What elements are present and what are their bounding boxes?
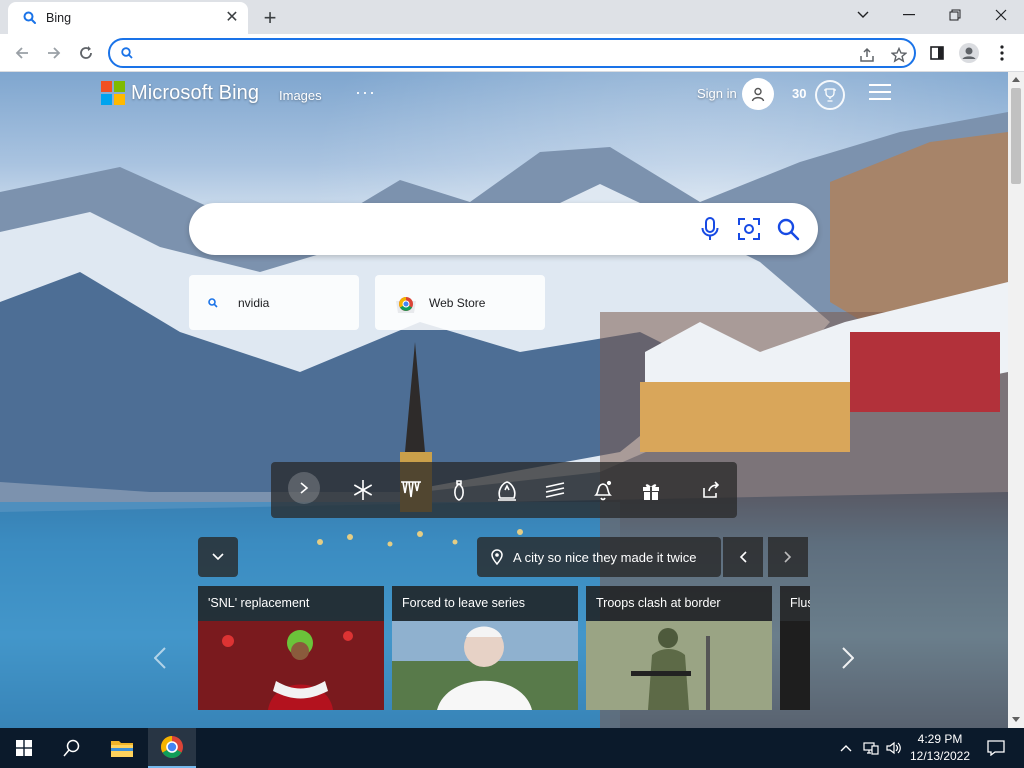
- search-submit-icon[interactable]: [774, 215, 802, 243]
- snow-globe-icon[interactable]: [489, 472, 525, 508]
- volume-icon[interactable]: [882, 728, 906, 768]
- bookmark-star-icon[interactable]: [888, 44, 910, 66]
- news-card[interactable]: Troops clash at border: [586, 586, 772, 710]
- visual-search-icon[interactable]: [735, 215, 763, 243]
- news-card[interactable]: Forced to leave series: [392, 586, 578, 710]
- expand-arrow-icon[interactable]: [288, 472, 320, 504]
- sign-in-link[interactable]: Sign in: [697, 86, 737, 101]
- scroll-thumb[interactable]: [1011, 88, 1021, 184]
- location-pin-icon: [491, 549, 503, 565]
- previous-image-button[interactable]: [723, 537, 763, 577]
- search-icon: [23, 11, 36, 24]
- tab-strip: Bing ✕ +: [0, 0, 1024, 34]
- ornament-icon[interactable]: [441, 472, 477, 508]
- microsoft-logo-icon: [101, 81, 125, 105]
- news-headline: Troops clash at border: [596, 596, 721, 610]
- tab-title: Bing: [46, 11, 72, 25]
- news-prev-icon[interactable]: [148, 642, 172, 674]
- notification-center-icon[interactable]: [976, 728, 1016, 768]
- microphone-icon[interactable]: [696, 215, 724, 243]
- quick-link-label: nvidia: [238, 295, 270, 310]
- system-clock[interactable]: 4:29 PM 12/13/2022: [904, 731, 976, 765]
- chrome-taskbar-icon[interactable]: [148, 728, 196, 768]
- caption-text: A city so nice they made it twice: [513, 549, 697, 565]
- reload-icon[interactable]: [72, 39, 100, 67]
- minimize-icon[interactable]: [886, 0, 932, 30]
- bing-homepage: Microsoft Bing Images ··· Sign in 30 nvi…: [0, 72, 1008, 728]
- forward-arrow-icon[interactable]: [40, 39, 68, 67]
- more-nav-icon[interactable]: ···: [355, 82, 376, 103]
- new-tab-button[interactable]: +: [258, 5, 282, 30]
- news-thumbnail: [392, 621, 578, 710]
- brand-name: Microsoft Bing: [131, 81, 260, 104]
- news-card[interactable]: 'SNL' replacement: [198, 586, 384, 710]
- side-panel-icon[interactable]: [923, 39, 951, 67]
- news-carousel: 'SNL' replacement Forced to leave series: [198, 586, 810, 710]
- network-icon[interactable]: [859, 728, 883, 768]
- bing-search-box[interactable]: [189, 203, 818, 255]
- tab-search-icon[interactable]: [840, 0, 886, 30]
- restore-icon[interactable]: [932, 0, 978, 30]
- chevron-left-icon: [739, 551, 747, 563]
- profile-icon[interactable]: [955, 39, 983, 67]
- address-input[interactable]: [140, 43, 830, 63]
- chevron-down-icon: [212, 553, 224, 561]
- clock-date: 12/13/2022: [909, 749, 971, 763]
- share-icon[interactable]: [856, 44, 878, 66]
- ski-icon[interactable]: [537, 472, 573, 508]
- news-card[interactable]: Flus: [780, 586, 810, 710]
- taskbar-search-icon[interactable]: [48, 728, 96, 768]
- news-thumbnail: [586, 621, 772, 710]
- image-caption[interactable]: A city so nice they made it twice: [477, 537, 721, 577]
- news-next-icon[interactable]: [836, 642, 860, 674]
- file-explorer-icon[interactable]: [98, 728, 146, 768]
- tab-bing[interactable]: Bing ✕: [8, 2, 248, 34]
- search-icon: [208, 297, 218, 308]
- hamburger-menu-icon[interactable]: [869, 84, 891, 102]
- bing-logo[interactable]: Microsoft Bing: [101, 81, 259, 105]
- back-arrow-icon[interactable]: [8, 39, 36, 67]
- collapse-feed-button[interactable]: [198, 537, 238, 577]
- more-menu-icon[interactable]: [988, 39, 1016, 67]
- chevron-right-icon: [784, 551, 792, 563]
- rewards-points[interactable]: 30: [792, 86, 806, 101]
- gift-icon[interactable]: [633, 472, 669, 508]
- chrome-web-store-icon: [396, 296, 416, 313]
- nav-images-link[interactable]: Images: [279, 88, 322, 103]
- bing-search-input[interactable]: [213, 217, 693, 241]
- rewards-trophy-icon[interactable]: [815, 80, 845, 110]
- snowflake-icon[interactable]: [345, 472, 381, 508]
- windows-taskbar: 4:29 PM 12/13/2022: [0, 728, 1024, 768]
- scroll-down-icon[interactable]: [1012, 717, 1020, 722]
- news-thumbnail: [198, 621, 384, 710]
- search-icon: [121, 47, 133, 59]
- close-window-icon[interactable]: [978, 0, 1024, 30]
- quick-link-label: Web Store: [429, 295, 486, 310]
- tab-close-icon[interactable]: ✕: [222, 8, 242, 28]
- next-image-button[interactable]: [768, 537, 808, 577]
- bell-icon[interactable]: [585, 472, 621, 508]
- news-headline: Forced to leave series: [402, 596, 525, 610]
- news-thumbnail: [780, 621, 810, 710]
- show-hidden-icons-icon[interactable]: [834, 728, 858, 768]
- share-icon[interactable]: [693, 472, 729, 508]
- address-bar[interactable]: [108, 38, 916, 68]
- quick-link-nvidia[interactable]: nvidia: [189, 275, 359, 330]
- browser-toolbar: [0, 34, 1024, 72]
- page-scrollbar[interactable]: [1008, 72, 1024, 728]
- background-info-toolbar: [271, 462, 737, 518]
- news-headline: Flus: [790, 596, 810, 610]
- windows-start-icon[interactable]: [0, 728, 48, 768]
- scroll-up-icon[interactable]: [1012, 77, 1020, 82]
- quick-link-web-store[interactable]: Web Store: [375, 275, 545, 330]
- user-avatar-icon[interactable]: [742, 78, 774, 110]
- clock-time: 4:29 PM: [917, 732, 963, 746]
- icicles-icon[interactable]: [393, 472, 429, 508]
- news-headline: 'SNL' replacement: [208, 596, 310, 610]
